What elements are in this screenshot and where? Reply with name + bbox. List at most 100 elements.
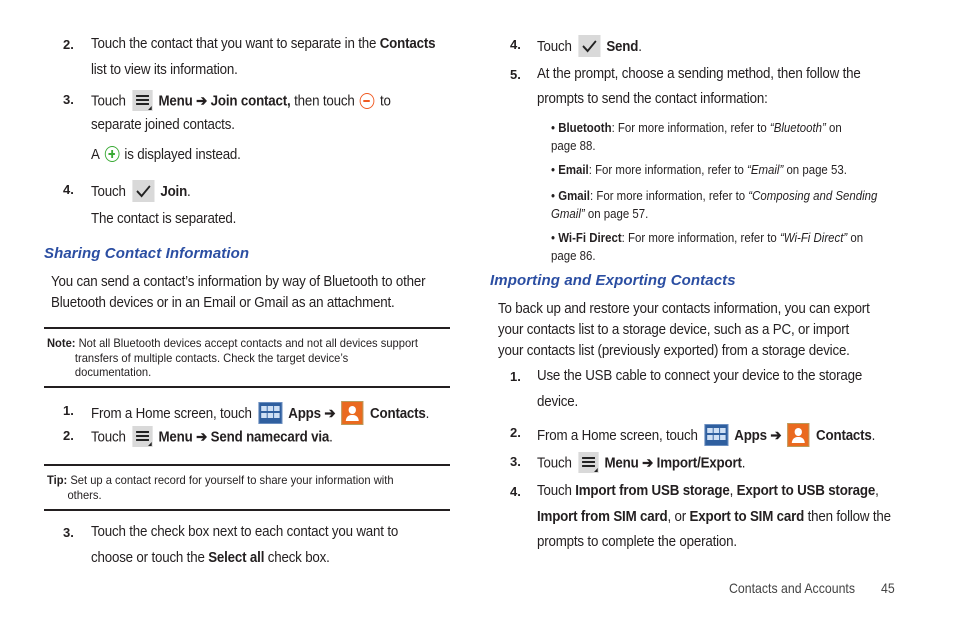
note-box: Note: Not all Bluetooth devices accept c…	[47, 336, 418, 380]
step-text: Touch Menu ➔ Join contact, then touch to	[91, 90, 391, 112]
step-subtext: A is displayed instead.	[91, 146, 241, 163]
text: then touch	[290, 93, 359, 110]
text: ,	[875, 483, 879, 499]
step-number: 2.	[63, 428, 74, 443]
text: page 88.	[551, 138, 596, 153]
step-text: prompts to complete the operation.	[537, 534, 737, 550]
text: Touch	[537, 455, 576, 472]
option-term: Export to USB storage	[736, 483, 876, 499]
step-number: 4.	[510, 484, 521, 499]
divider	[44, 509, 450, 511]
intro-text: You can send a contact’s information by …	[51, 274, 426, 290]
step-text: Touch the contact that you want to separ…	[91, 36, 436, 52]
step-number: 3.	[63, 525, 74, 540]
text: on	[825, 120, 842, 135]
apps-term: Apps	[288, 405, 321, 422]
intro-text: your contacts list to a storage device, …	[498, 322, 849, 338]
plus-circle-icon	[104, 146, 120, 163]
step-number: 3.	[63, 92, 74, 107]
text: check box.	[264, 550, 330, 566]
cross-reference-link[interactable]: “Composing and Sending	[748, 188, 877, 203]
footer-section: Contacts and Accounts	[729, 580, 856, 596]
step-number: 4.	[510, 37, 521, 52]
option-term: Import from USB storage	[575, 483, 730, 499]
intro-text: Bluetooth devices or in an Email or Gmai…	[51, 295, 395, 311]
text: page 86.	[551, 248, 596, 263]
text: on	[847, 230, 864, 245]
step-number: 1.	[510, 369, 521, 384]
text: on page 53.	[783, 162, 847, 177]
bullet-term: Wi-Fi Direct	[558, 230, 622, 245]
tip-box: Tip: Set up a contact record for yoursel…	[47, 473, 394, 502]
join-term: Join	[160, 183, 188, 200]
text: Touch	[91, 93, 130, 110]
step-number: 2.	[510, 425, 521, 440]
step-number: 5.	[510, 67, 521, 82]
arrow-icon: ➔	[642, 455, 654, 472]
join-contact-term: Join contact,	[210, 93, 291, 110]
step-text: From a Home screen, touch Apps ➔ Contact…	[91, 401, 430, 426]
step-text: prompts to send the contact information:	[537, 91, 768, 107]
text: on page 57.	[584, 206, 649, 221]
step-number: 1.	[63, 403, 74, 418]
arrow-icon: ➔	[324, 405, 336, 422]
text: : For more information, refer to	[611, 120, 770, 135]
divider	[44, 464, 450, 466]
text: Touch	[537, 38, 576, 55]
send-term: Send	[606, 38, 639, 55]
note-text: documentation.	[74, 365, 152, 379]
text: Touch	[91, 183, 130, 200]
apps-icon	[258, 402, 282, 424]
text: ,	[729, 483, 737, 499]
section-heading-importing: Importing and Exporting Contacts	[490, 272, 736, 289]
contacts-app-icon	[341, 401, 364, 425]
text: : For more information, refer to	[588, 162, 748, 177]
cross-reference-link[interactable]: “Bluetooth”	[770, 120, 826, 135]
cross-reference-link[interactable]: “Email”	[747, 162, 783, 177]
bullet-item: • Gmail: For more information, refer to …	[551, 188, 878, 221]
step-text: list to view its information.	[91, 62, 238, 78]
select-all-term: Select all	[208, 550, 265, 566]
text: is displayed instead.	[120, 147, 241, 163]
text: : For more information, refer to	[589, 188, 749, 203]
step-text: Touch Menu ➔ Import/Export.	[537, 452, 746, 474]
intro-text: your contacts list (previously exported)…	[498, 343, 850, 359]
import-export-term: Import/Export	[656, 455, 742, 472]
checkmark-icon	[577, 35, 601, 57]
step-number: 2.	[63, 37, 74, 52]
text: choose or touch the	[91, 550, 209, 566]
step-number: 3.	[510, 454, 521, 469]
step-subtext: The contact is separated.	[91, 211, 237, 227]
text: .	[425, 405, 430, 422]
cross-reference-link[interactable]: “Wi-Fi Direct”	[780, 230, 847, 245]
step-text: Touch the check box next to each contact…	[91, 524, 399, 540]
step-text: At the prompt, choose a sending method, …	[537, 66, 861, 82]
step-text: Touch Import from USB storage, Export to…	[537, 483, 879, 499]
note-label: Note:	[47, 336, 76, 350]
page-number: 45	[881, 580, 895, 596]
text: to	[376, 93, 391, 110]
option-term: Import from SIM card	[537, 509, 668, 525]
text: Touch	[91, 429, 130, 446]
divider	[44, 327, 450, 329]
bullet-item: • Wi-Fi Direct: For more information, re…	[551, 230, 864, 263]
bullet-item: • Bluetooth: For more information, refer…	[551, 120, 842, 153]
cross-reference-link[interactable]: Gmail”	[551, 206, 585, 221]
menu-icon	[131, 426, 153, 447]
menu-term: Menu	[604, 455, 639, 472]
step-number: 4.	[63, 182, 74, 197]
step-text: Import from SIM card, or Export to SIM c…	[537, 509, 891, 525]
note-text: transfers of multiple contacts. Check th…	[74, 350, 349, 365]
tip-label: Tip:	[47, 473, 68, 487]
contacts-term: Contacts	[816, 427, 872, 444]
text: , or	[667, 509, 690, 525]
text: .	[187, 183, 191, 200]
text: .	[329, 429, 333, 446]
bullet-term: Gmail	[558, 188, 590, 203]
option-term: Export to SIM card	[689, 509, 805, 525]
arrow-icon: ➔	[196, 429, 208, 446]
divider	[44, 386, 450, 388]
step-text: Touch Join.	[91, 180, 191, 203]
text: .	[741, 455, 746, 472]
step-text: Touch Menu ➔ Send namecard via.	[91, 426, 333, 448]
